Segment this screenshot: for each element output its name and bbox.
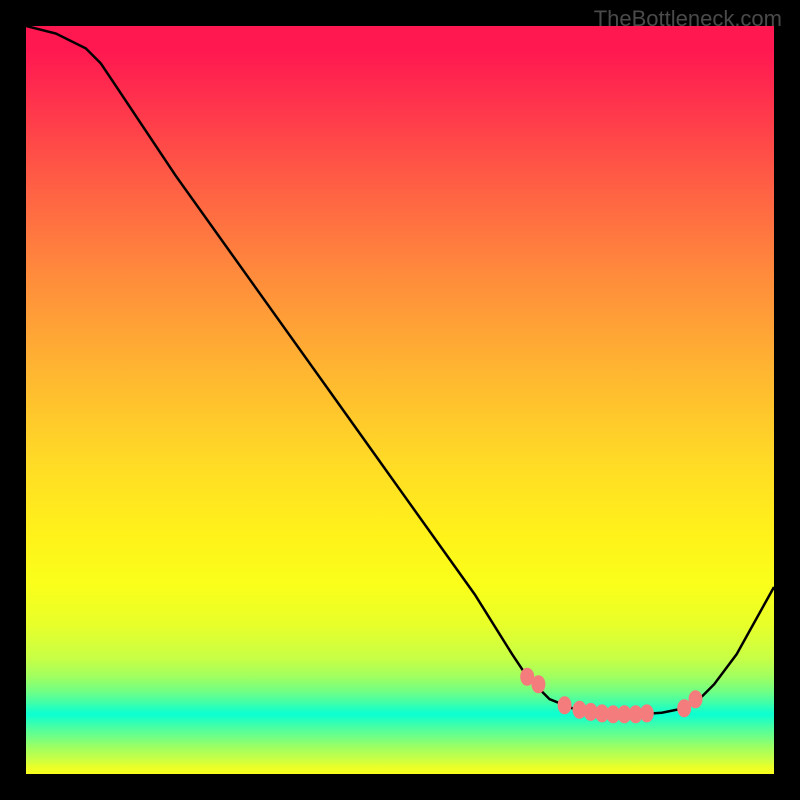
watermark-text: TheBottleneck.com <box>594 6 782 32</box>
bottleneck-marker <box>689 690 703 708</box>
plot-area <box>26 26 774 774</box>
bottleneck-marker <box>640 704 654 722</box>
bottleneck-marker <box>531 675 545 693</box>
chart-svg <box>26 26 774 774</box>
bottleneck-curve <box>26 26 774 714</box>
bottleneck-marker <box>558 696 572 714</box>
